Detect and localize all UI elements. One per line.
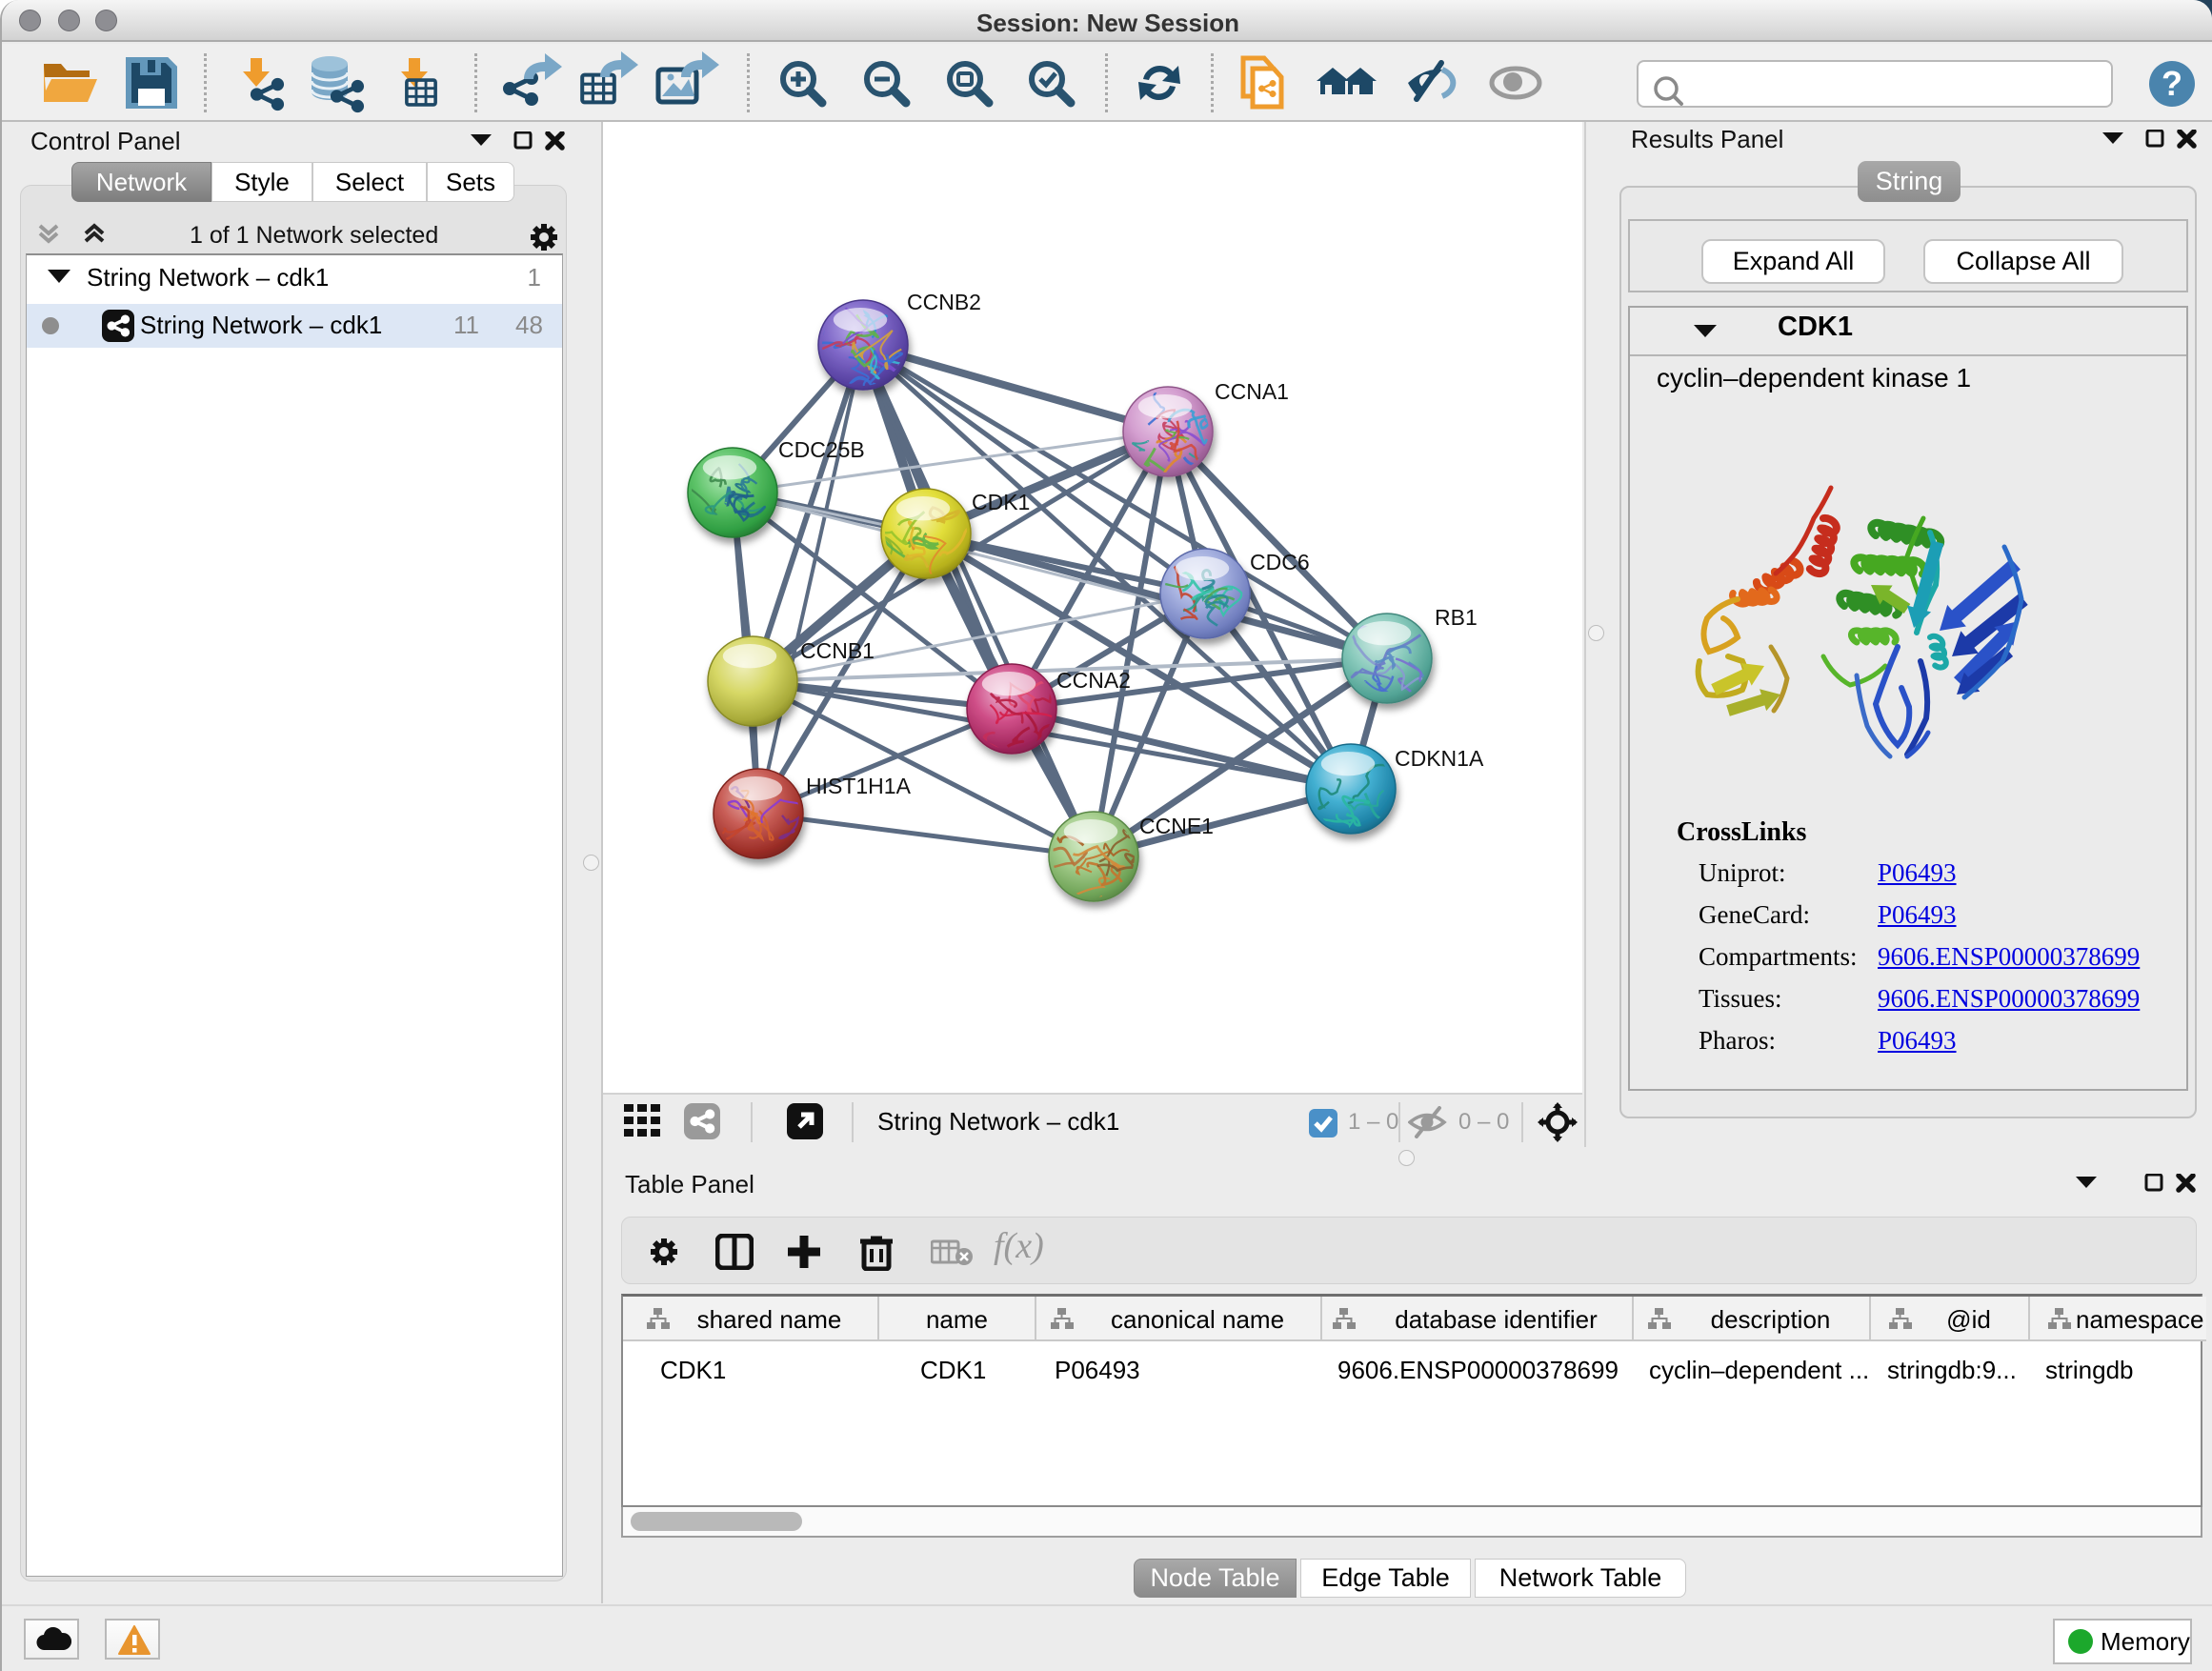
svg-text:CCNB1: CCNB1: [800, 638, 875, 663]
svg-text:CDC6: CDC6: [1250, 550, 1310, 574]
svg-text:RB1: RB1: [1435, 605, 1478, 630]
svg-text:CCNA2: CCNA2: [1056, 668, 1131, 693]
svg-text:CDKN1A: CDKN1A: [1395, 746, 1484, 771]
svg-text:HIST1H1A: HIST1H1A: [806, 774, 912, 798]
svg-text:CCNE1: CCNE1: [1139, 814, 1214, 838]
svg-text:CCNB2: CCNB2: [907, 290, 981, 314]
svg-text:CDC25B: CDC25B: [778, 437, 865, 462]
svg-text:CCNA1: CCNA1: [1215, 379, 1289, 404]
svg-text:?: ?: [2162, 64, 2182, 103]
svg-text:CDK1: CDK1: [972, 490, 1030, 514]
